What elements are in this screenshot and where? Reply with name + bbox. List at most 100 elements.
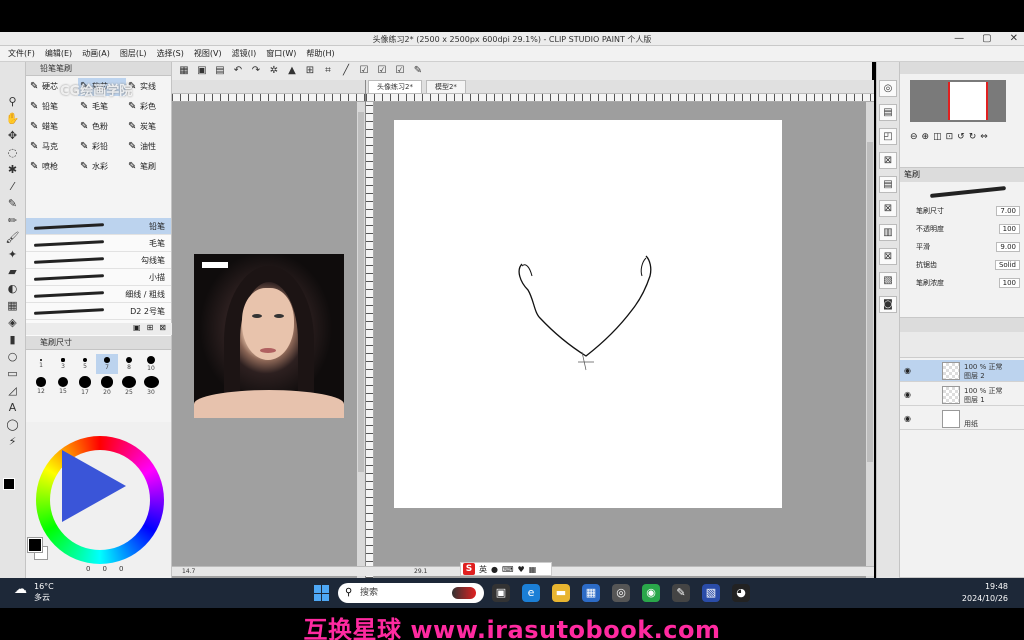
eraser-icon[interactable]: ▰ [5, 264, 21, 279]
layer-property-icon[interactable]: ▤ [879, 176, 897, 193]
subtool-item[interactable]: 毛笔 [78, 98, 126, 116]
move-icon[interactable]: ✥ [5, 128, 21, 143]
taskbar-search[interactable]: ⚲ 搜索 [338, 583, 484, 603]
brush-size-row[interactable]: 笔刷尺寸 7.00 [916, 204, 1020, 218]
menu-window[interactable]: 窗口(W) [266, 48, 296, 59]
camera-icon[interactable]: ◙ [879, 296, 897, 313]
brush-size-option[interactable]: 8 [118, 354, 140, 374]
opacity-row[interactable]: 不透明度 100 [916, 222, 1020, 236]
task-view-icon[interactable]: ▣ [492, 584, 510, 602]
color-wheel[interactable] [36, 436, 164, 564]
ruler-icon[interactable]: ╱ [340, 65, 352, 77]
lasso-icon[interactable]: ◌ [5, 145, 21, 160]
magic-wand-icon[interactable]: ✱ [5, 162, 21, 177]
scroll-thumb[interactable] [867, 142, 873, 462]
rotate-right-icon[interactable]: ↻ [969, 132, 977, 142]
subtool-item[interactable]: 彩色 [126, 98, 172, 116]
delete-brush-icon[interactable]: ⊠ [159, 323, 166, 335]
navigator-icon[interactable]: ◎ [879, 80, 897, 97]
material-icon[interactable]: ◰ [879, 128, 897, 145]
density-row[interactable]: 笔刷浓度 100 [916, 276, 1020, 290]
antialias-value[interactable]: Solid [994, 260, 1020, 270]
brush-size-option[interactable]: 7 [96, 354, 118, 374]
smoothing-value[interactable]: 9.00 [996, 242, 1020, 252]
settings-icon[interactable]: ✲ [268, 65, 280, 77]
open-icon[interactable]: ▣ [196, 65, 208, 77]
menu-animation[interactable]: 动画(A) [82, 48, 110, 59]
zoom-in-icon[interactable]: ⊕ [922, 132, 930, 142]
main-color-chip[interactable] [28, 538, 42, 552]
main-color-swatch[interactable] [3, 478, 15, 490]
eye-icon[interactable]: ◉ [904, 366, 911, 375]
pen-settings-icon[interactable]: ✎ [412, 65, 424, 77]
blend-icon[interactable]: ◐ [5, 281, 21, 296]
save-icon[interactable]: ▤ [214, 65, 226, 77]
grid-menu-icon[interactable]: ▦ [529, 565, 537, 574]
shape-icon[interactable]: ○ [5, 349, 21, 364]
brush-size-option[interactable]: 1 [30, 354, 52, 374]
redo-icon[interactable]: ↷ [250, 65, 262, 77]
fill-icon[interactable]: ▲ [286, 65, 298, 77]
menu-help[interactable]: 帮助(H) [306, 48, 334, 59]
zoom-icon[interactable]: ⚲ [5, 94, 21, 109]
mic-icon[interactable]: ● [491, 565, 498, 574]
auto-action-icon[interactable]: ⊠ [879, 248, 897, 265]
brush-row[interactable]: 毛笔 [26, 235, 171, 252]
crop-icon[interactable]: ⌗ [322, 65, 334, 77]
tab-canvas-1[interactable]: 头像练习2* [368, 80, 422, 93]
hand-icon[interactable]: ✋ [5, 111, 21, 126]
transform-icon[interactable]: ⊞ [304, 65, 316, 77]
sogou-icon[interactable]: S [463, 563, 475, 575]
ruler-tool-icon[interactable]: ◿ [5, 383, 21, 398]
actual-size-icon[interactable]: ⊡ [946, 132, 954, 142]
skin-icon[interactable]: ♥ [518, 565, 525, 574]
navigator-thumbnail[interactable] [910, 80, 1006, 122]
brush-row[interactable]: 小描 [26, 269, 171, 286]
eye-icon[interactable]: ◉ [904, 414, 911, 423]
keyboard-icon[interactable]: ⌨ [502, 565, 514, 574]
scroll-thumb[interactable] [358, 112, 364, 472]
brush-size-option[interactable]: 12 [30, 376, 52, 396]
snap-ruler-icon[interactable]: ☑ [376, 65, 388, 77]
menu-select[interactable]: 选择(S) [157, 48, 184, 59]
menu-file[interactable]: 文件(F) [8, 48, 35, 59]
qq-icon[interactable]: ◕ [732, 584, 750, 602]
item-bank-icon[interactable]: ▧ [879, 272, 897, 289]
text-icon[interactable]: A [5, 400, 21, 415]
flip-icon[interactable]: ⇔ [980, 132, 988, 142]
brush-size-option[interactable]: 25 [118, 376, 140, 396]
minimize-button[interactable]: — [954, 32, 964, 46]
copy-brush-icon[interactable]: ⊞ [147, 323, 154, 335]
brush-row[interactable]: 细线 / 粗线 [26, 286, 171, 303]
antialias-row[interactable]: 抗锯齿 Solid [916, 258, 1020, 272]
subtool-item[interactable]: 铅笔 [28, 98, 78, 116]
file-explorer-icon[interactable]: ▬ [552, 584, 570, 602]
reference-scrollbar[interactable] [357, 102, 365, 578]
history-icon[interactable]: ▥ [879, 224, 897, 241]
menu-layer[interactable]: 图层(L) [120, 48, 147, 59]
brush-row[interactable]: D2 2号笔 [26, 303, 171, 320]
brush-size-option[interactable]: 17 [74, 376, 96, 396]
opacity-value[interactable]: 100 [998, 224, 1020, 234]
brush-size-option[interactable]: 15 [52, 376, 74, 396]
rotate-left-icon[interactable]: ↺ [957, 132, 965, 142]
ime-mode[interactable]: 英 [479, 564, 487, 575]
pen-icon[interactable]: ✎ [5, 196, 21, 211]
zoom-out-icon[interactable]: ⊖ [910, 132, 918, 142]
brush-icon[interactable]: 🖌 [5, 230, 21, 245]
add-brush-icon[interactable]: ▣ [133, 323, 141, 335]
subtool-item[interactable]: 蜡笔 [28, 118, 78, 136]
eye-icon[interactable]: ◉ [904, 390, 911, 399]
balloon-icon[interactable]: ◯ [5, 417, 21, 432]
airbrush-icon[interactable]: ✦ [5, 247, 21, 262]
subtool-item[interactable]: 色粉 [78, 118, 126, 136]
menu-edit[interactable]: 编辑(E) [45, 48, 72, 59]
brush-size-option[interactable]: 3 [52, 354, 74, 374]
subtool-item[interactable]: 炭笔 [126, 118, 172, 136]
close-button[interactable]: ✕ [1010, 32, 1018, 46]
grid-icon[interactable]: ▦ [5, 298, 21, 313]
fit-icon[interactable]: ◫ [933, 132, 942, 142]
brush-size-value[interactable]: 7.00 [996, 206, 1020, 216]
subtool-item[interactable]: 喷枪 [28, 158, 78, 176]
system-clock[interactable]: 19:48 2024/10/26 [962, 581, 1008, 605]
